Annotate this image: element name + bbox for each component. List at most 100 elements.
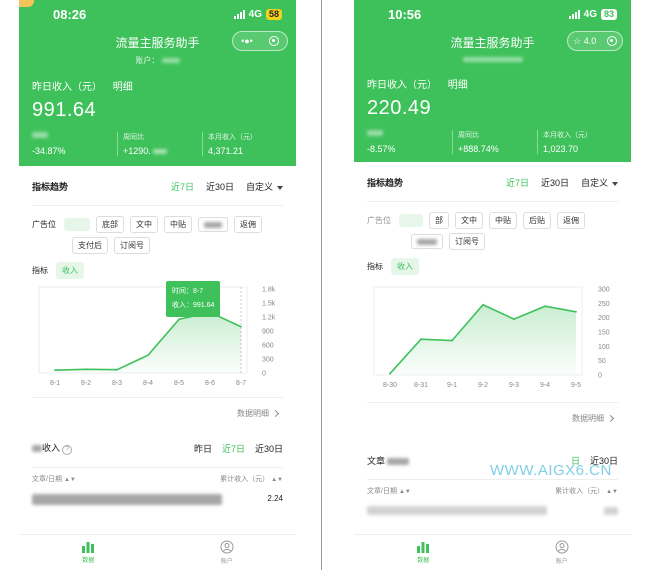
nav-data[interactable]: 数据 xyxy=(354,535,493,570)
trend-title: 指标趋势 xyxy=(367,178,404,188)
bottom-nav: 数据 账户 xyxy=(19,534,296,570)
tab-7-days[interactable]: 近7日 xyxy=(222,442,245,455)
col-total-income[interactable]: 累计收入（元） ▲▼ xyxy=(555,486,618,496)
chip-ad-slot[interactable] xyxy=(399,214,423,227)
metric-chip-income[interactable]: 收入 xyxy=(391,258,419,275)
nav-account[interactable]: 账户 xyxy=(493,535,632,570)
x-tick-label: 9-3 xyxy=(509,382,519,389)
chip-ad-slot[interactable]: 支付后 xyxy=(72,237,108,254)
y-tick-label: 50 xyxy=(598,358,606,365)
col-total-income[interactable]: 累计收入（元） ▲▼ xyxy=(220,474,283,484)
stat-value: 4,371.21 xyxy=(208,146,244,156)
trend-header: 指标趋势 近7日 近30日 自定义 xyxy=(19,180,296,193)
stat-value: -34.87% xyxy=(32,146,66,156)
tab-custom[interactable]: 自定义 xyxy=(246,180,283,193)
y-tick-label: 250 xyxy=(598,301,610,308)
account-redacted xyxy=(161,58,180,64)
col-article-date[interactable]: 文章/日期 ▲▼ xyxy=(367,486,411,496)
chip-ad-slot[interactable] xyxy=(198,217,228,232)
chip-ad-slot[interactable]: 后贴 xyxy=(523,212,551,229)
tab-30-days[interactable]: 近30日 xyxy=(255,442,283,455)
ad-slot-label: 广告位 xyxy=(367,216,391,225)
tab-7-days[interactable]: 近7日 xyxy=(171,180,194,193)
chevron-right-icon xyxy=(271,409,280,418)
stat-week-change: 周同比 +1290. xyxy=(117,132,202,156)
mini-program-capsule[interactable]: •●• xyxy=(232,31,288,51)
stat-month-income: 本月收入（元） 1,023.70 xyxy=(537,130,622,154)
metric-filter: 指标 收入 xyxy=(19,262,296,279)
nav-data-label: 数据 xyxy=(417,558,430,564)
chip-ad-slot[interactable]: 中贴 xyxy=(164,216,192,233)
x-tick-label: 9-5 xyxy=(571,382,581,389)
close-icon[interactable] xyxy=(606,36,617,46)
table-row[interactable] xyxy=(354,506,631,516)
tab-custom[interactable]: 自定义 xyxy=(581,176,618,189)
yesterday-income-value: 991.64 xyxy=(32,99,97,121)
stat-value: +888.74% xyxy=(458,144,499,154)
y-tick-label: 900 xyxy=(262,329,274,336)
help-icon[interactable]: ? xyxy=(62,445,73,455)
chip-ad-slot[interactable]: 返佣 xyxy=(234,216,262,233)
chip-ad-slot[interactable] xyxy=(64,218,90,231)
data-point xyxy=(116,368,118,371)
battery-icon: 58 xyxy=(265,8,282,20)
row-income: 2.24 xyxy=(267,494,283,503)
x-tick-label: 9-1 xyxy=(447,382,457,389)
y-tick-label: 0 xyxy=(598,373,602,380)
yesterday-income-value: 220.49 xyxy=(367,97,432,119)
nav-data[interactable]: 数据 xyxy=(19,535,158,570)
network-label: 4G xyxy=(248,8,262,20)
header-right: 10:56 4G 83 流量主服务助手 ☆ 4.0 昨日收入（元） 明细 220… xyxy=(354,0,631,162)
metric-label: 指标 xyxy=(32,266,48,275)
ad-slot-label: 广告位 xyxy=(32,220,56,229)
metric-chip-income[interactable]: 收入 xyxy=(56,262,84,279)
nav-account[interactable]: 账户 xyxy=(158,535,297,570)
data-point xyxy=(575,310,577,313)
trend-tabs: 近7日 近30日 自定义 xyxy=(171,180,283,193)
signal-icon xyxy=(568,9,580,19)
account-redacted xyxy=(462,57,523,63)
account-line xyxy=(354,55,631,64)
chip-ad-slot[interactable]: 文中 xyxy=(130,216,158,233)
chip-ad-slot[interactable] xyxy=(411,234,443,249)
x-tick-label: 8-7 xyxy=(236,380,246,387)
battery-icon: 83 xyxy=(600,8,617,20)
star-icon[interactable]: ☆ 4.0 xyxy=(573,36,596,47)
table-row[interactable]: 2.24 xyxy=(19,494,296,505)
chip-ad-slot[interactable]: 文中 xyxy=(455,212,483,229)
more-icon[interactable]: •●• xyxy=(241,36,253,46)
data-detail-link[interactable]: 数据明细 xyxy=(19,408,296,419)
tab-30-days[interactable]: 近30日 xyxy=(541,176,569,189)
status-time: 10:56 xyxy=(388,6,422,22)
chip-ad-slot[interactable]: 部 xyxy=(429,212,449,229)
data-point xyxy=(420,338,422,341)
chip-ad-slot[interactable]: 底部 xyxy=(96,216,124,233)
chip-ad-slot[interactable]: 返佣 xyxy=(557,212,585,229)
status-bar: 08:26 4G 58 xyxy=(19,0,296,22)
ranking-header: 收入? 昨日 近7日 近30日 xyxy=(19,441,296,455)
tab-30-days[interactable]: 近30日 xyxy=(206,180,234,193)
tab-yesterday[interactable]: 昨日 xyxy=(194,442,212,455)
table-header: 文章/日期 ▲▼ 累计收入（元） ▲▼ xyxy=(354,486,631,496)
close-icon[interactable] xyxy=(268,36,279,46)
row-income-redacted xyxy=(604,506,618,515)
tab-7-days[interactable]: 近7日 xyxy=(506,176,529,189)
tooltip-income: 收入：991.64 xyxy=(172,302,215,309)
chip-ad-slot[interactable]: 订阅号 xyxy=(449,233,485,250)
x-tick-label: 8-31 xyxy=(414,382,428,389)
yesterday-income-label: 昨日收入（元） xyxy=(367,80,437,91)
detail-link[interactable]: 明细 xyxy=(113,82,133,93)
chip-ad-slot[interactable]: 中贴 xyxy=(489,212,517,229)
trend-tabs: 近7日 近30日 自定义 xyxy=(506,176,618,189)
yesterday-income-row: 昨日收入（元） 明细 xyxy=(32,78,296,93)
data-detail-link[interactable]: 数据明细 xyxy=(354,413,631,424)
chip-ad-slot[interactable]: 订阅号 xyxy=(114,237,150,254)
mini-program-capsule[interactable]: ☆ 4.0 xyxy=(567,31,623,51)
stat-label xyxy=(367,130,452,140)
x-tick-label: 8-3 xyxy=(112,380,122,387)
detail-link[interactable]: 明细 xyxy=(448,80,468,91)
trend-chart-svg: 1.8k 1.5k 1.2k 900 600 300 0 8-1 8-2 8-3 8-4 8-5 8-6… xyxy=(38,286,276,387)
data-point xyxy=(513,318,515,320)
col-article-date[interactable]: 文章/日期 ▲▼ xyxy=(32,474,76,484)
y-tick-label: 100 xyxy=(598,344,610,351)
